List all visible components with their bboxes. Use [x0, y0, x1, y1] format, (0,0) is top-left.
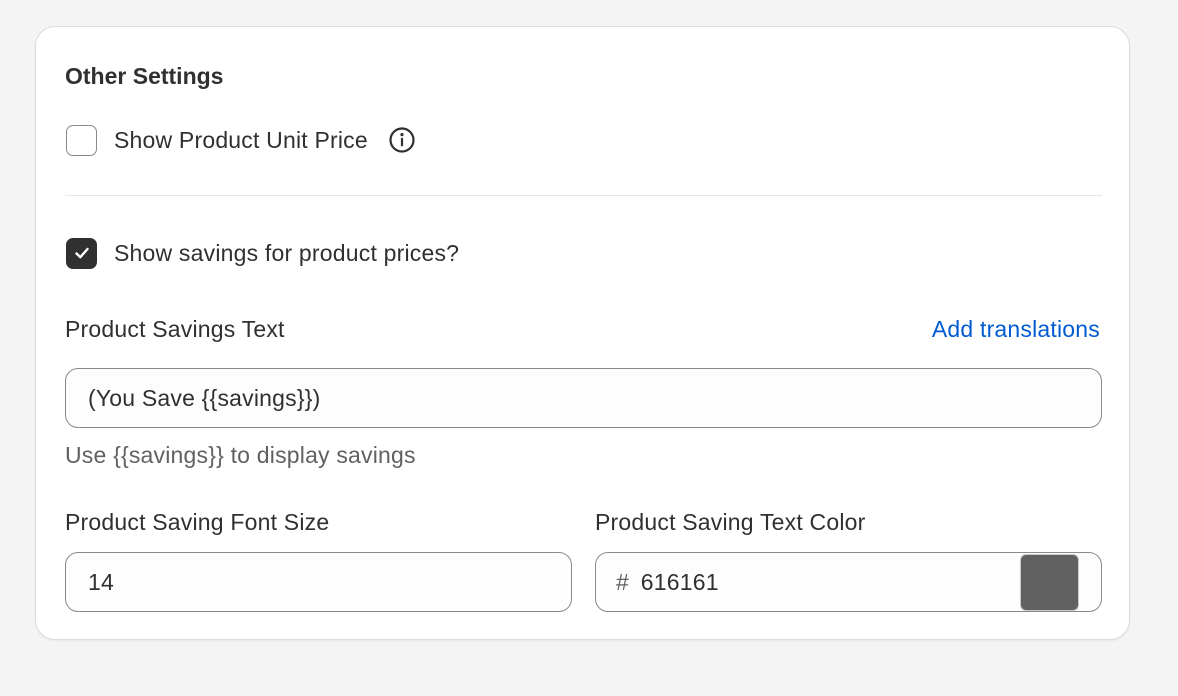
show-savings-checkbox[interactable] [66, 237, 97, 269]
add-translations-link[interactable]: Add translations [932, 315, 1100, 343]
text-color-label: Product Saving Text Color [595, 509, 866, 535]
hash-prefix: # [616, 569, 629, 595]
info-icon[interactable] [388, 126, 416, 154]
show-savings-label[interactable]: Show savings for product prices? [114, 239, 459, 267]
unit-price-label[interactable]: Show Product Unit Price [114, 126, 368, 154]
text-color-field: # [595, 552, 1102, 612]
savings-help-text: Use {{savings}} to display savings [65, 442, 416, 468]
savings-text-input[interactable] [65, 368, 1102, 428]
unit-price-checkbox[interactable] [66, 124, 97, 156]
section-title: Other Settings [65, 63, 224, 89]
savings-text-label: Product Savings Text [65, 316, 285, 342]
text-color-input[interactable] [640, 568, 991, 596]
section-divider [65, 195, 1102, 196]
other-settings-card: Other Settings Show Product Unit Price S… [35, 26, 1130, 640]
checkmark-icon [74, 247, 89, 259]
unit-price-row: Show Product Unit Price [66, 124, 416, 156]
font-size-input[interactable] [65, 552, 572, 612]
show-savings-row: Show savings for product prices? [66, 237, 459, 269]
color-swatch[interactable] [1020, 554, 1079, 611]
font-size-label: Product Saving Font Size [65, 509, 330, 535]
